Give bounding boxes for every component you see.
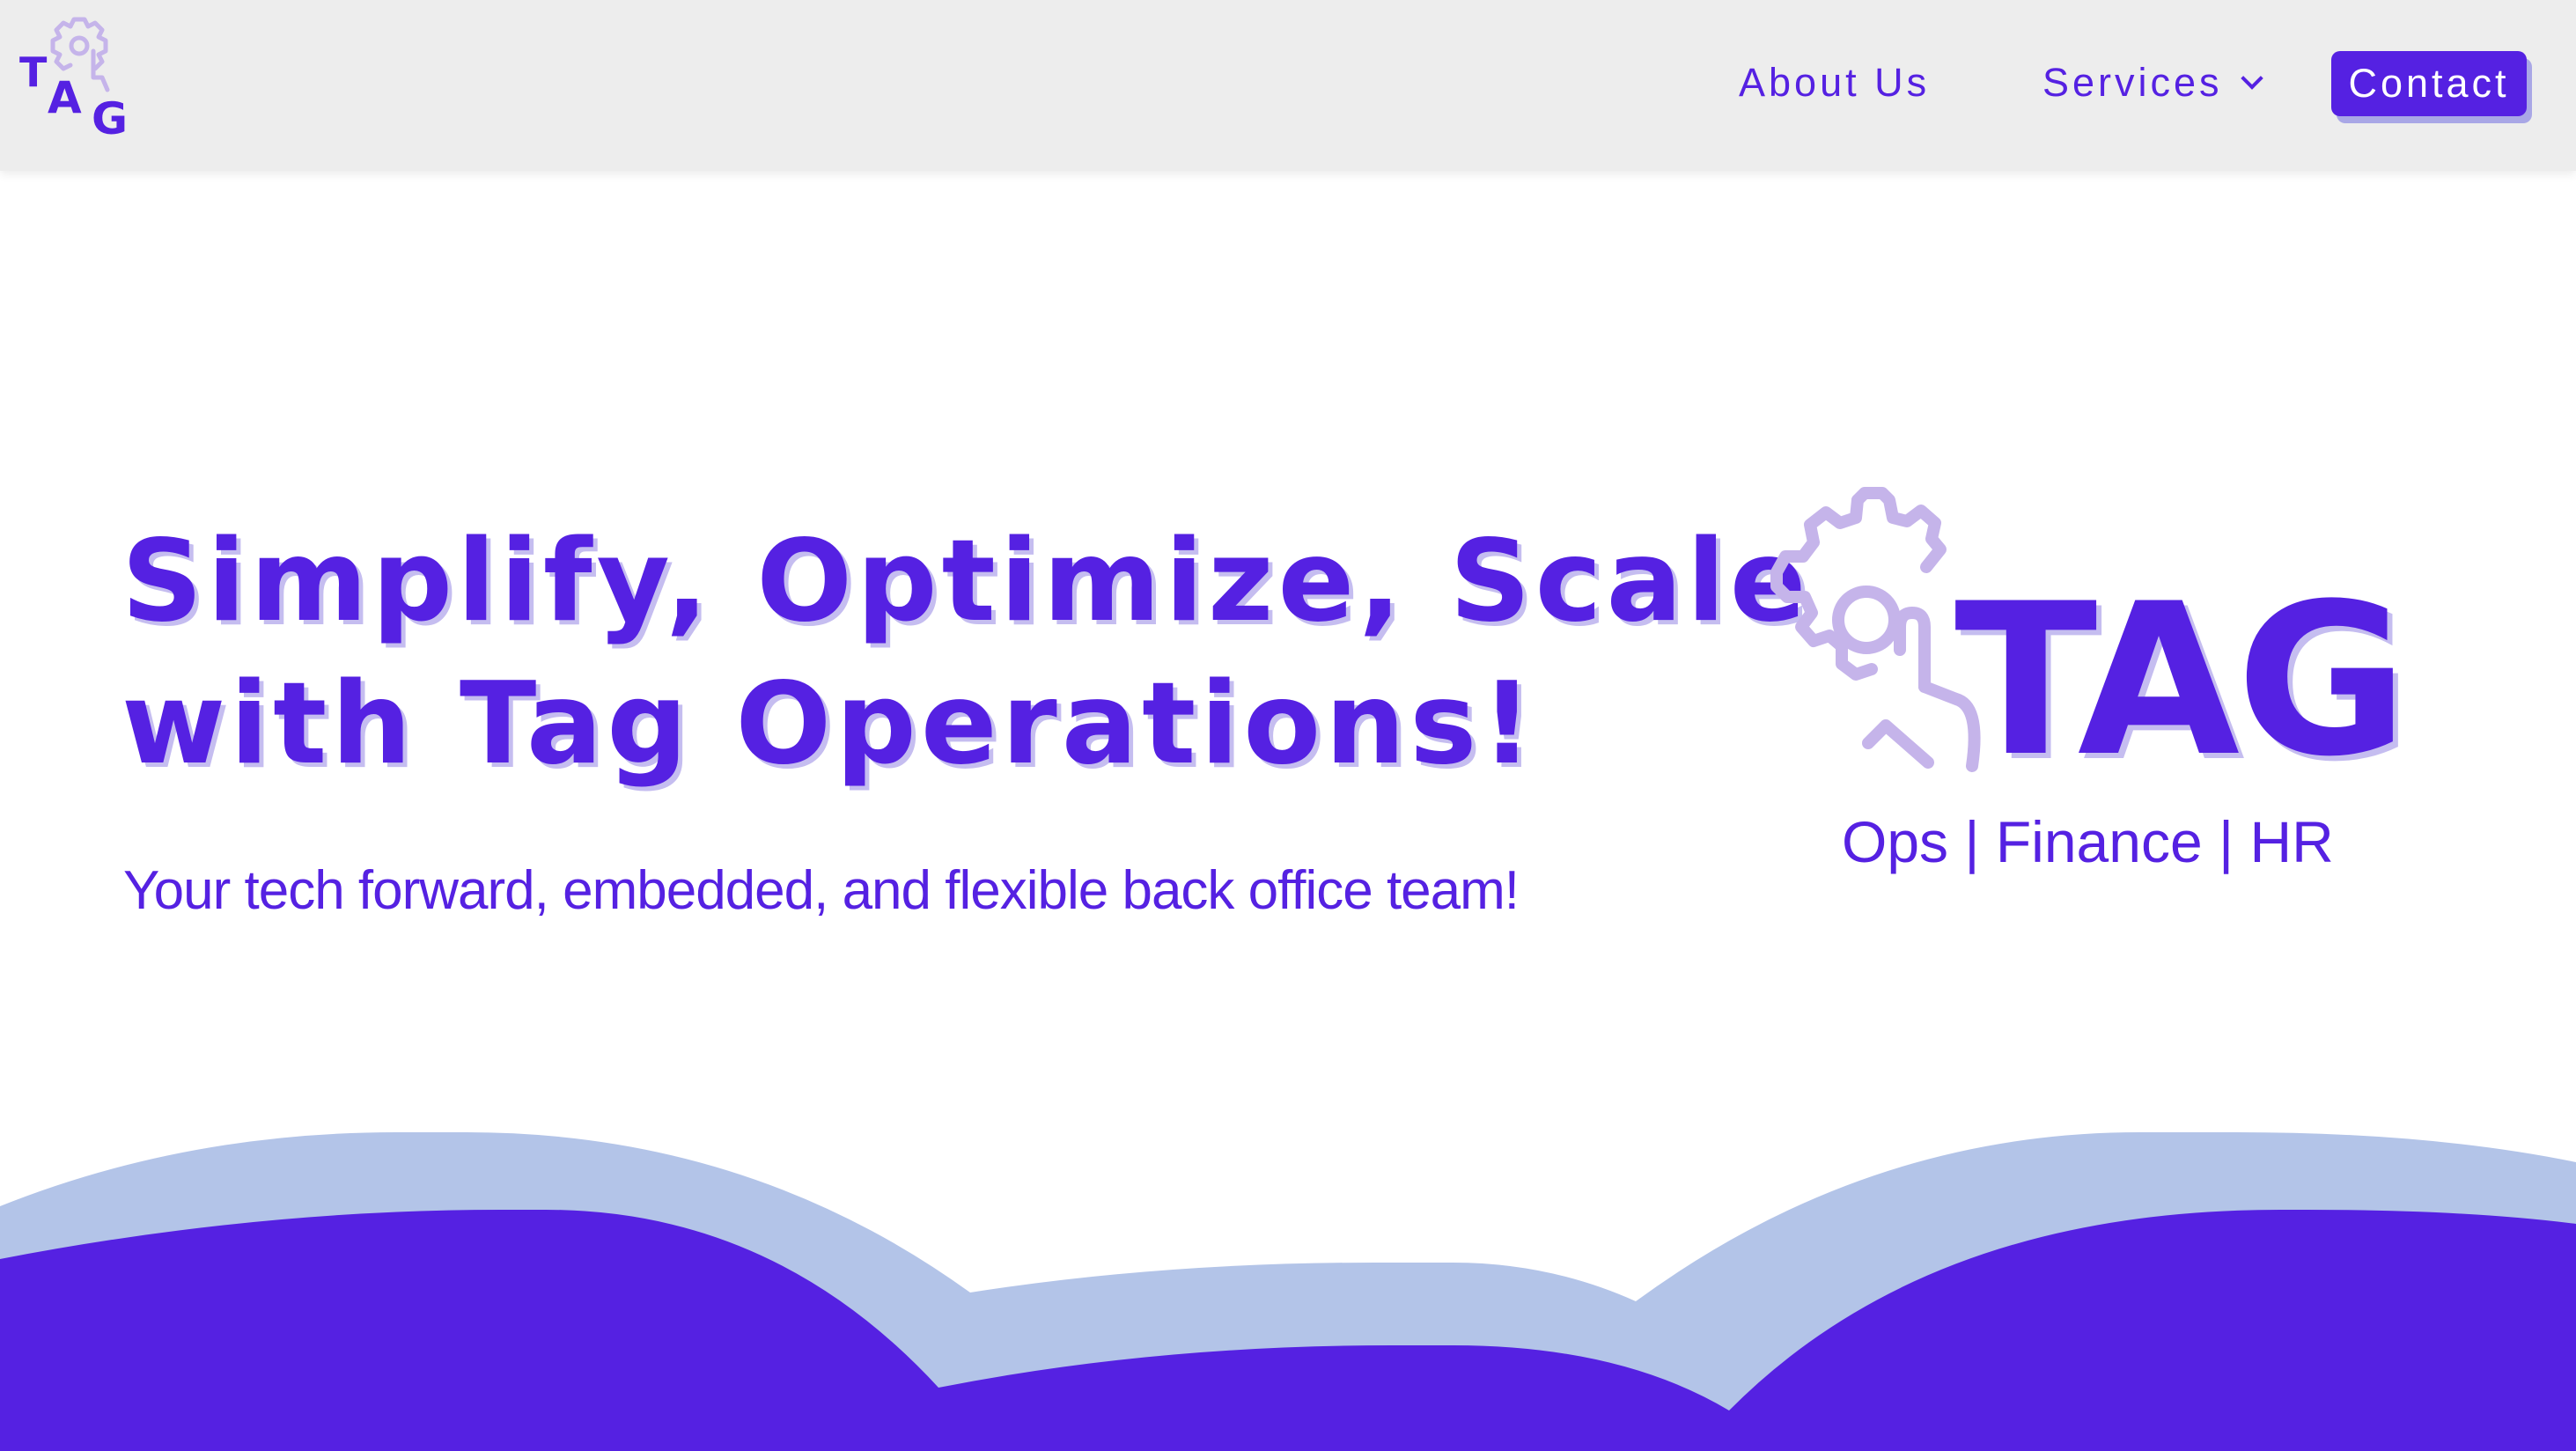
tag-gear-logo-icon: T A G xyxy=(19,17,128,144)
brand-wordmark: TAG xyxy=(1954,559,2408,803)
nav-services-label: Services xyxy=(2042,60,2223,105)
site-header: T A G About Us Services Contact xyxy=(0,0,2576,171)
hero-title-line1: Simplify, Optimize, Scale xyxy=(121,516,1811,647)
chevron-down-icon xyxy=(2240,67,2263,90)
hero-title-line2: with Tag Operations! xyxy=(121,659,1537,790)
nav-about-us[interactable]: About Us xyxy=(1739,60,1930,106)
tag-logo-link[interactable]: T A G xyxy=(16,16,148,148)
brand-tagline: Ops | Finance | HR xyxy=(1842,809,2334,874)
page: T A G About Us Services Contact Simplify… xyxy=(0,0,2576,1451)
header-logo-letters: T A G xyxy=(19,48,128,144)
hero-title: Simplify, Optimize, Scale with Tag Opera… xyxy=(121,511,1811,796)
svg-text:T: T xyxy=(19,48,48,96)
decorative-waves xyxy=(0,1132,2576,1451)
svg-text:A: A xyxy=(48,72,82,123)
nav-services[interactable]: Services xyxy=(2042,60,2263,106)
svg-text:G: G xyxy=(92,93,128,144)
brand-logo: TAG Ops | Finance | HR xyxy=(1726,475,2412,898)
contact-button[interactable]: Contact xyxy=(2331,51,2527,116)
hero-subtitle: Your tech forward, embedded, and flexibl… xyxy=(123,860,1520,921)
